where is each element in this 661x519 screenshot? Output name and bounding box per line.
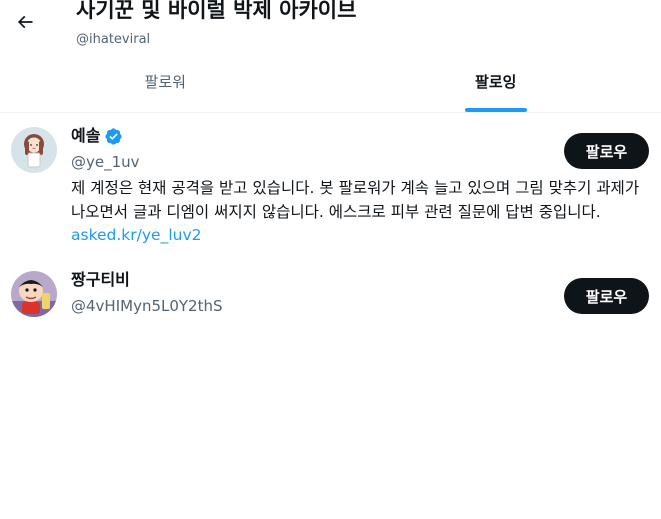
arrow-left-icon: [17, 15, 33, 29]
user-name-row: 예솔: [71, 125, 123, 147]
tab-following[interactable]: 팔로잉: [331, 60, 661, 112]
user-name[interactable]: 짱구티비: [71, 269, 130, 291]
header: 사기꾼 및 바이럴 박제 아카이브 @ihateviral: [0, 0, 661, 60]
tab-following-label: 팔로잉: [475, 73, 517, 91]
user-bio: 제 계정은 현재 공격을 받고 있습니다. 봇 팔로워가 계속 늘고 있으며 그…: [71, 177, 646, 248]
tab-followers[interactable]: 팔로워: [0, 60, 331, 112]
avatar[interactable]: [11, 127, 57, 173]
tab-followers-label: 팔로워: [144, 73, 186, 91]
verified-badge-icon: [104, 127, 123, 146]
user-bio-text: 제 계정은 현재 공격을 받고 있습니다. 봇 팔로워가 계속 늘고 있으며 그…: [71, 179, 640, 221]
follow-button[interactable]: 팔로우: [564, 133, 649, 169]
user-name[interactable]: 예솔: [71, 125, 100, 147]
follow-button[interactable]: 팔로우: [564, 278, 649, 314]
user-name-row: 짱구티비: [71, 269, 130, 291]
active-tab-indicator: [464, 108, 527, 112]
page-title: 사기꾼 및 바이럴 박제 아카이브: [76, 0, 357, 22]
user-cell[interactable]: 예솔 @ye_1uv 제 계정은 현재 공격을 받고 있습니다. 봇 팔로워가 …: [0, 114, 661, 250]
bio-link[interactable]: asked.kr/ye_luv2: [71, 226, 202, 244]
back-button[interactable]: [8, 5, 42, 39]
tab-bar: 팔로워 팔로잉: [0, 60, 661, 113]
user-handle: @ye_1uv: [71, 153, 140, 171]
user-handle: @4vHIMyn5L0Y2thS: [71, 297, 223, 315]
user-cell[interactable]: 짱구티비 @4vHIMyn5L0Y2thS 팔로우: [0, 258, 661, 333]
account-handle: @ihateviral: [76, 32, 151, 47]
avatar[interactable]: [11, 271, 57, 317]
